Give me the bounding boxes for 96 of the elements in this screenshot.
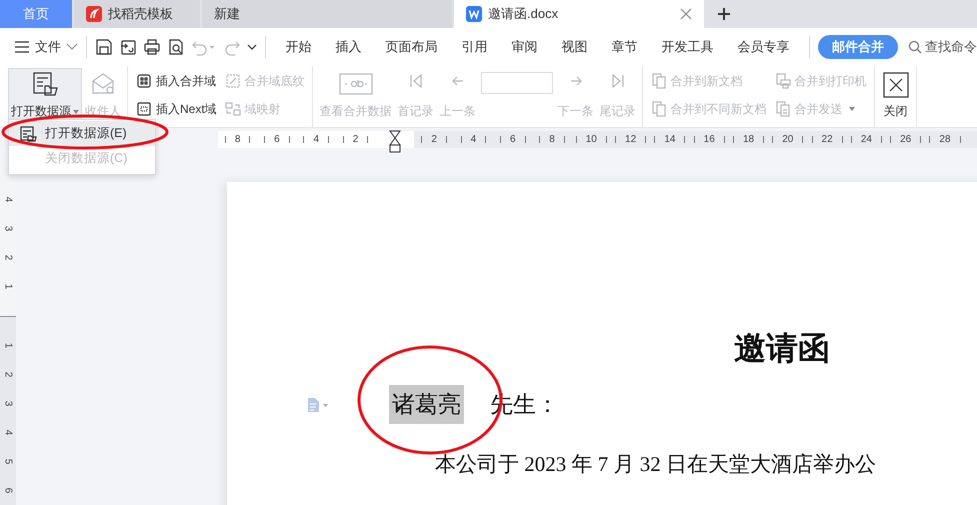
ribbon-tab[interactable]: 插入 <box>323 35 374 59</box>
tab-label: 新建 <box>214 5 240 23</box>
ruler-number: 24 <box>860 134 872 144</box>
search-placeholder: 查找命令 <box>925 38 977 56</box>
field-grid-icon <box>136 73 152 89</box>
button-label: 插入Next域 <box>156 100 217 118</box>
caret-icon <box>73 110 79 114</box>
w-logo-icon <box>466 6 482 22</box>
ruler-number: 4 <box>2 430 14 436</box>
export-icon <box>118 38 137 56</box>
button-label: 首记录 <box>398 103 434 120</box>
data-source-icon <box>19 126 37 142</box>
tab-label: 首页 <box>23 5 49 23</box>
ruler-number: 4 <box>2 196 14 202</box>
menu-item[interactable]: 打开数据源(E) <box>9 121 155 146</box>
ribbon-tab[interactable]: 视图 <box>549 35 600 59</box>
ribbon-tab[interactable]: 开发工具 <box>649 35 726 59</box>
button-label: 下一条 <box>558 103 594 120</box>
ruler-number: 28 <box>939 134 951 144</box>
button-label: 合并发送 <box>794 100 843 118</box>
ruler-number: 3 <box>2 400 14 406</box>
ribbon-tab[interactable]: 会员专享 <box>725 35 802 59</box>
close-icon <box>882 71 910 99</box>
data-source-icon <box>31 71 59 97</box>
leaf-logo-icon <box>86 6 102 22</box>
ruler-number: 2 <box>2 372 14 378</box>
ribbon-tab[interactable]: 开始 <box>273 35 324 59</box>
ruler-number: 20 <box>782 134 794 144</box>
button-label: 合并域底纹 <box>244 72 305 90</box>
save-icon <box>94 38 113 56</box>
ruler-number: 6 <box>274 134 280 144</box>
ruler-number: 1 <box>2 284 14 290</box>
ruler-number: 12 <box>625 134 636 144</box>
close-icon[interactable] <box>680 8 692 20</box>
button-label: 域映射 <box>244 100 281 118</box>
button-label: 尾记录 <box>600 103 636 120</box>
ruler-number: 5 <box>2 458 14 464</box>
ribbon-tab[interactable]: 章节 <box>599 35 650 59</box>
ribbon-button[interactable]: 插入Next域 <box>132 96 221 122</box>
indent-marker-icon[interactable] <box>388 130 401 154</box>
document-tab[interactable]: 新建 <box>202 0 452 28</box>
menu-icon <box>14 40 30 54</box>
ruler-number: 2 <box>2 254 14 260</box>
document-tab[interactable]: 找稻壳模板 <box>74 0 200 28</box>
body-text: 本公司于 2023 年 7 月 32 日在天堂大酒店举办公 <box>434 451 877 478</box>
field-box-icon <box>136 101 152 117</box>
ribbon-button[interactable]: 关闭 <box>878 68 913 123</box>
documents-icon <box>650 101 667 117</box>
merge-field[interactable]: 诸葛亮 <box>389 385 464 424</box>
ruler-number: 2 <box>352 134 358 144</box>
ruler-number: 4 <box>470 134 476 144</box>
button-label: 上一条 <box>440 103 476 120</box>
ribbon-button[interactable]: 插入合并域 <box>132 68 221 94</box>
tab-label: 找稻壳模板 <box>108 5 173 23</box>
chevron-icon <box>66 43 78 51</box>
ab-box-icon <box>338 71 374 97</box>
button-label: 插入合并域 <box>156 72 216 90</box>
ruler-number: 26 <box>900 134 912 144</box>
search-field[interactable]: 查找命令 <box>908 38 977 56</box>
ribbon-tab[interactable]: 引用 <box>449 35 500 59</box>
paragraph-icon[interactable] <box>307 398 329 412</box>
ruler-number: 6 <box>2 488 14 494</box>
documents-icon <box>650 73 667 89</box>
field-shading-icon <box>224 73 241 89</box>
printer-icon <box>774 73 791 89</box>
ruler-number: 18 <box>742 134 754 144</box>
button-label: 合并到新文档 <box>670 72 743 90</box>
field-mapping-icon <box>224 101 241 117</box>
document-title: 邀请函 <box>733 329 831 368</box>
file-menu[interactable]: 文件 <box>14 38 78 56</box>
button-label: 合并到不同新文档 <box>670 100 767 118</box>
button-label: 查看合并数据 <box>320 103 392 120</box>
button-label: 合并到打印机 <box>794 72 867 90</box>
print-preview-icon <box>166 38 185 56</box>
ruler-number: 10 <box>586 134 597 144</box>
ruler-number: 3 <box>2 226 14 232</box>
caret-icon <box>246 44 257 50</box>
ribbon-tab[interactable]: 审阅 <box>499 35 550 59</box>
ruler-number: 4 <box>313 134 320 144</box>
document-send-icon <box>774 101 791 117</box>
ribbon-tab[interactable]: 页面布局 <box>373 35 450 59</box>
ruler-number: 6 <box>510 134 516 144</box>
ruler-number: 16 <box>704 134 715 144</box>
button-label: 关闭 <box>884 103 908 120</box>
ruler-number: 8 <box>234 134 240 144</box>
tab-label: 邀请函.docx <box>488 5 558 23</box>
ruler-number: 22 <box>822 134 833 144</box>
document-tab[interactable]: 邀请函.docx <box>454 0 704 28</box>
search-icon <box>908 40 922 54</box>
plus-icon[interactable] <box>717 7 731 21</box>
ruler-number: 1 <box>2 342 14 348</box>
ruler-number: 8 <box>549 134 555 144</box>
printer-icon <box>142 38 161 56</box>
ruler-number: 14 <box>664 134 676 144</box>
caret-icon <box>848 107 855 111</box>
ruler-number: 2 <box>431 134 437 144</box>
